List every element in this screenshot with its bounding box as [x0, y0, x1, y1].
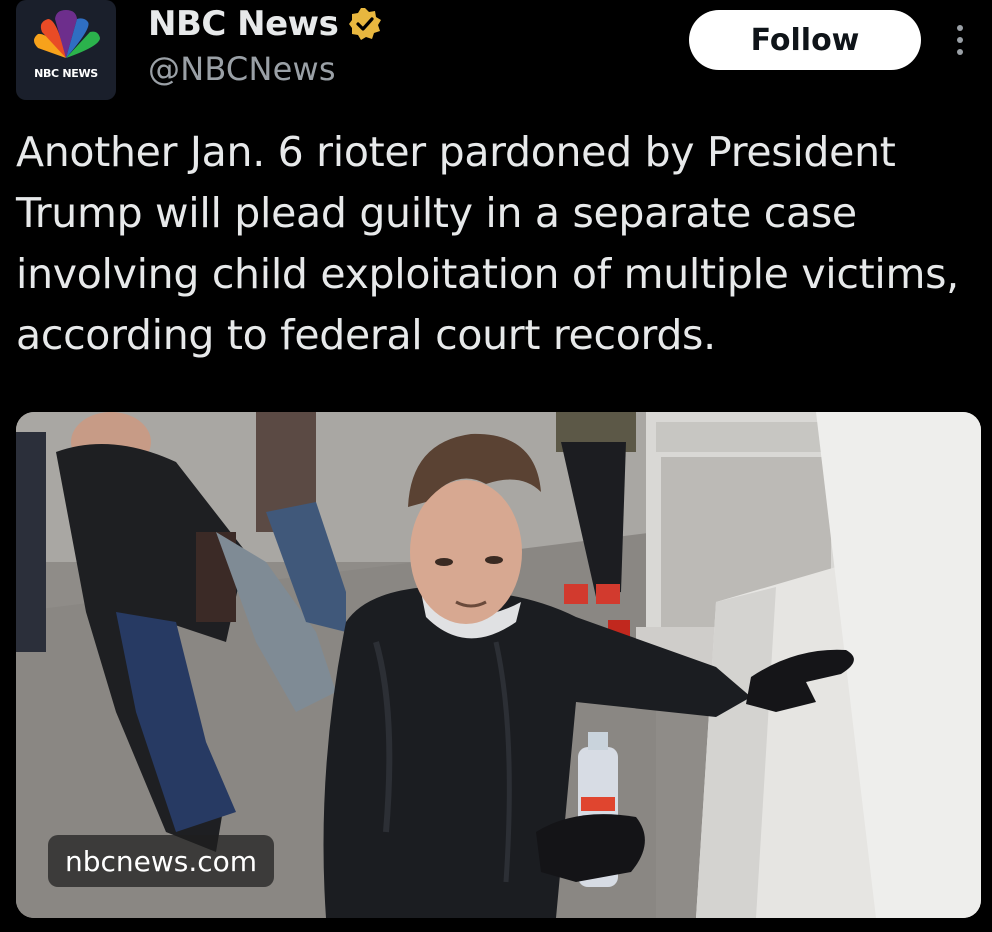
tweet-text: Another Jan. 6 rioter pardoned by Presid…	[16, 128, 959, 359]
name-row: NBC News	[148, 2, 382, 46]
verified-badge-icon	[348, 7, 382, 41]
link-domain-badge[interactable]: nbcnews.com	[48, 835, 274, 887]
follow-button[interactable]: Follow	[689, 10, 921, 70]
account-avatar[interactable]: NBC NEWS	[16, 0, 116, 100]
tweet-media-image[interactable]: nbcnews.com	[16, 412, 981, 918]
account-handle[interactable]: @NBCNews	[148, 50, 336, 88]
nbc-peacock-icon	[34, 10, 100, 58]
display-name[interactable]: NBC News	[148, 4, 339, 44]
tweet-header: NBC NEWS NBC News @NBCNews Follow	[0, 0, 992, 110]
more-options-icon[interactable]	[948, 22, 972, 58]
avatar-logo-text: NBC NEWS	[34, 67, 98, 80]
